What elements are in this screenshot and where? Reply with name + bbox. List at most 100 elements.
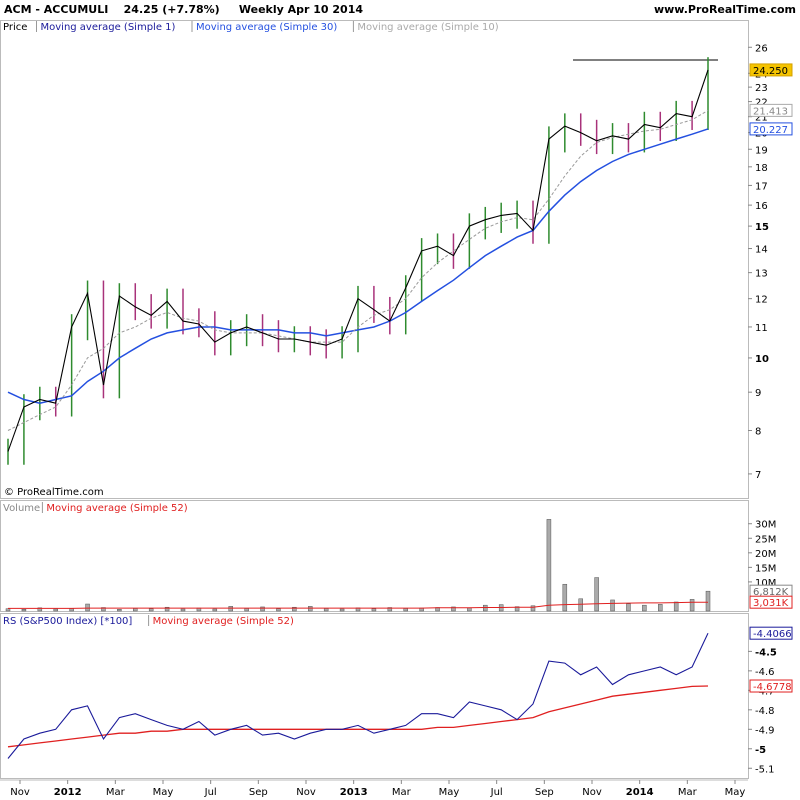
- volume-bar: [5, 608, 11, 612]
- legend-item: RS (S&P500 Index) [*100]: [3, 616, 132, 627]
- x-tick-label: 2012: [54, 787, 82, 798]
- panel-frame-2: [0, 613, 749, 779]
- volume-bar: [546, 519, 552, 612]
- price-tick-label: 23: [755, 83, 768, 94]
- period-label: Weekly Apr 10 2014: [238, 3, 364, 16]
- panel-frame-0: [0, 20, 749, 499]
- ma30-line: [7, 128, 709, 404]
- volume-bar: [339, 608, 345, 612]
- x-tick-label: May: [725, 787, 746, 798]
- header-left: ACM - ACCUMULI 24.25 (+7.78%) Weekly Apr…: [4, 3, 363, 16]
- x-tick-label: 2014: [626, 787, 654, 798]
- x-tick-label: Mar: [106, 787, 126, 798]
- price-tick-label: 15: [755, 222, 769, 233]
- volume-bar: [642, 604, 647, 612]
- rs-tick-label: -4.9: [755, 725, 775, 736]
- volume-bar: [21, 609, 27, 612]
- x-tick-label: May: [153, 787, 174, 798]
- price-tick-label: 7: [755, 470, 761, 481]
- volume-bar: [212, 608, 218, 612]
- volume-bar: [562, 583, 568, 612]
- x-tick-label: Nov: [10, 787, 30, 798]
- x-tick-label: Nov: [582, 787, 602, 798]
- value-tag-text: -4.4066: [753, 629, 792, 640]
- value-tag-text: 20.227: [753, 125, 788, 136]
- volume-bar: [483, 604, 488, 612]
- price-tick-label: 10: [755, 354, 769, 365]
- volume-tick-label: 30M: [755, 520, 776, 531]
- volume-bar: [117, 609, 122, 612]
- volume-bar: [578, 598, 583, 612]
- legend-item: Moving average (Simple 30): [196, 22, 337, 33]
- legend-item: Moving average (Simple 52): [46, 503, 187, 514]
- volume-bar: [594, 577, 599, 612]
- value-tag-text: 21.413: [753, 106, 788, 117]
- x-tick-label: Nov: [296, 787, 316, 798]
- price-tick-label: 17: [755, 181, 768, 192]
- close-line: [7, 69, 709, 452]
- legend-item: Moving average (Simple 52): [153, 616, 294, 627]
- rs-tick-label: -5: [755, 745, 766, 756]
- price-tick-label: 14: [755, 245, 768, 256]
- price-tick-label: 16: [755, 201, 768, 212]
- rs-y-axis: -4.5-4.6-4.7-4.8-4.9-5-5.1: [748, 647, 777, 775]
- value-tag-text: 3,031K: [753, 598, 789, 609]
- x-tick-label: Mar: [678, 787, 698, 798]
- copyright-label: © ProRealTime.com: [4, 487, 104, 498]
- x-tick-label: Jul: [204, 787, 217, 798]
- price-change: 24.25 (+7.78%): [123, 3, 220, 16]
- price-tick-label: 26: [755, 43, 768, 54]
- site-url[interactable]: www.ProRealTime.com: [654, 3, 796, 16]
- rs-tick-label: -4.5: [755, 647, 777, 658]
- price-tick-label: 9: [755, 388, 761, 399]
- rs-tick-label: -5.1: [755, 764, 775, 775]
- legend-item: Moving average (Simple 1): [41, 22, 176, 33]
- value-tag-text: -4.6778: [753, 682, 792, 693]
- rs-ma-line: [7, 685, 709, 748]
- price-tick-label: 11: [755, 323, 768, 334]
- volume-ma-value-tag: 3,031K: [749, 595, 793, 609]
- x-tick-label: Jul: [490, 787, 503, 798]
- rs-tick-label: -4.6: [755, 667, 775, 678]
- volume-bar: [705, 590, 711, 612]
- volume-bar: [658, 604, 663, 612]
- volume-bar: [371, 608, 377, 612]
- ma30-value-tag: 20.227: [749, 122, 793, 136]
- x-axis: Nov 2012 Mar May Jul Sep Nov 2013 Mar May Jul Sep No…: [10, 780, 745, 798]
- legend-item: Volume: [3, 503, 40, 514]
- symbol-name: ACM - ACCUMULI: [4, 3, 109, 16]
- close-value-tag: 24.250: [749, 63, 793, 77]
- legend-item: Price: [3, 22, 27, 33]
- legend-item: Moving average (Simple 10): [357, 22, 498, 33]
- price-tick-label: 8: [755, 426, 761, 437]
- volume-y-axis: 30M25M20M15M10M: [748, 520, 776, 589]
- volume-bar: [308, 606, 313, 612]
- x-tick-label: Sep: [249, 787, 268, 798]
- price-legend: Price Moving average (Simple 1) Moving ave…: [3, 21, 499, 33]
- volume-bar: [133, 608, 138, 612]
- x-tick-label: 2013: [340, 787, 368, 798]
- volume-bar: [53, 608, 58, 612]
- ma10-value-tag: 21.413: [749, 103, 793, 117]
- x-tick-label: May: [439, 787, 460, 798]
- rs-value-tag: -4.4066: [749, 626, 793, 640]
- volume-bar: [260, 606, 265, 612]
- volume-bar: [276, 608, 281, 612]
- volume-bar: [85, 603, 90, 612]
- volume-bar: [323, 608, 329, 612]
- volume-legend: Volume Moving average (Simple 52): [3, 502, 188, 514]
- rs-line: [7, 632, 709, 759]
- rs-tick-label: -4.8: [755, 706, 775, 717]
- price-tick-label: 19: [755, 145, 768, 156]
- chart-header: ACM - ACCUMULI 24.25 (+7.78%) Weekly Apr…: [0, 0, 800, 20]
- rs-ma-value-tag: -4.6778: [749, 679, 793, 693]
- volume-bar: [244, 608, 249, 612]
- price-tick-label: 18: [755, 163, 768, 174]
- price-tick-label: 12: [755, 295, 768, 306]
- volume-ma-line: [8, 601, 709, 609]
- price-tick-label: 13: [755, 269, 768, 280]
- ma10-line: [7, 109, 709, 431]
- volume-tick-label: 15M: [755, 563, 776, 574]
- rs-legend: RS (S&P500 Index) [*100] Moving average (…: [3, 615, 294, 627]
- volume-bar: [148, 608, 154, 612]
